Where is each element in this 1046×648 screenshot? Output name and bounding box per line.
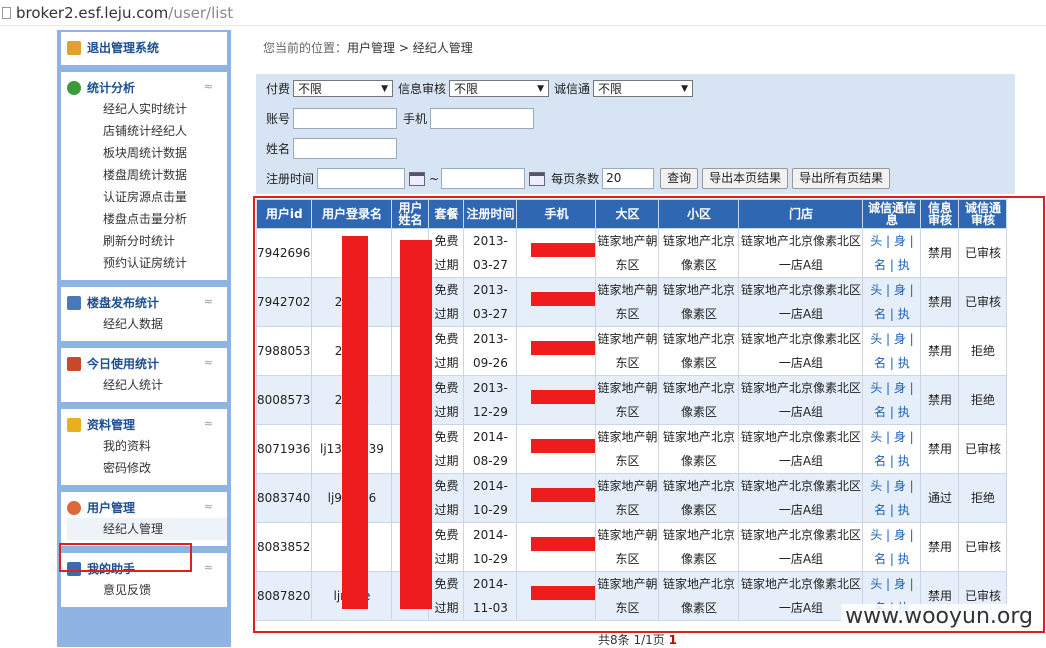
collapse-icon[interactable]: ≈ bbox=[204, 80, 213, 93]
account-input[interactable] bbox=[293, 108, 398, 129]
phone-input[interactable] bbox=[430, 108, 535, 129]
watermark: www.wooyun.org bbox=[841, 604, 1037, 629]
bar-chart-icon bbox=[67, 357, 81, 371]
sidebar-item-feedback[interactable]: 意见反馈 bbox=[67, 579, 227, 601]
filter-row-2: 账号 手机 bbox=[266, 108, 540, 129]
calendar-icon[interactable] bbox=[529, 171, 546, 186]
export-all-button[interactable]: 导出所有页结果 bbox=[792, 168, 891, 189]
panel-today: 今日使用统计 ≈ 经纪人统计 bbox=[61, 348, 227, 402]
export-page-button[interactable]: 导出本页结果 bbox=[702, 168, 789, 189]
trust-select[interactable]: 不限 ▼ bbox=[593, 80, 694, 97]
reg-end-input[interactable] bbox=[441, 168, 526, 189]
reg-start-input[interactable] bbox=[317, 168, 406, 189]
url-path: /user/list bbox=[168, 4, 234, 22]
sidebar-item-building-clicks[interactable]: 楼盘点击量分析 bbox=[67, 208, 227, 230]
panel-profile: 资料管理 ≈ 我的资料 密码修改 bbox=[61, 409, 227, 485]
sidebar-item-building-weekly[interactable]: 楼盘周统计数据 bbox=[67, 164, 227, 186]
panel-logout: 退出管理系统 bbox=[61, 32, 227, 65]
pie-chart-icon bbox=[67, 81, 81, 95]
collapse-icon[interactable]: ≈ bbox=[204, 500, 213, 513]
panel-stats: 统计分析 ≈ 经纪人实时统计 店铺统计经纪人 板块周统计数据 楼盘周统计数据 认… bbox=[61, 72, 227, 280]
page-current[interactable]: 1 bbox=[669, 633, 677, 647]
filter-row-4: 注册时间 ~ 每页条数 20 查询 导出本页结果 导出所有页结果 bbox=[266, 168, 894, 189]
breadcrumb-trail: 用户管理 > 经纪人管理 bbox=[347, 41, 473, 55]
sidebar-item-agent-data[interactable]: 经纪人数据 bbox=[67, 313, 227, 335]
sidebar-item-store-stats[interactable]: 店铺统计经纪人 bbox=[67, 120, 227, 142]
panel-users: 用户管理 ≈ 经纪人管理 bbox=[61, 492, 227, 546]
highlight-box-table bbox=[253, 196, 1045, 633]
breadcrumb: 您当前的位置：用户管理 > 经纪人管理 bbox=[263, 41, 473, 55]
dropdown-arrow-icon: ▼ bbox=[381, 83, 389, 94]
collapse-icon[interactable]: ≈ bbox=[204, 561, 213, 574]
filter-panel: 付费 不限 ▼ 信息审核 不限 ▼ 诚信通 不限 ▼ 账号 手机 姓名 注册时间 ~ … bbox=[256, 74, 1015, 194]
puzzle-icon bbox=[67, 418, 81, 432]
pay-select[interactable]: 不限 ▼ bbox=[293, 80, 394, 97]
calendar-icon[interactable] bbox=[409, 171, 426, 186]
url-host: broker2.esf.leju.com bbox=[16, 4, 169, 22]
home-icon bbox=[67, 41, 81, 55]
sidebar-item-listing-clicks[interactable]: 认证房源点击量 bbox=[67, 186, 227, 208]
sidebar-item-my-profile[interactable]: 我的资料 bbox=[67, 435, 227, 457]
filter-row-1: 付费 不限 ▼ 信息审核 不限 ▼ 诚信通 不限 ▼ bbox=[266, 80, 698, 97]
dropdown-arrow-icon: ▼ bbox=[537, 83, 545, 94]
address-bar[interactable]: broker2.esf.leju.com/user/list bbox=[0, 0, 1046, 26]
logout-link[interactable]: 退出管理系统 bbox=[67, 38, 227, 58]
dropdown-arrow-icon: ▼ bbox=[681, 83, 689, 94]
pagination: 共8条 1/1页 1 bbox=[598, 633, 677, 647]
name-input[interactable] bbox=[293, 138, 398, 159]
sidebar-item-realtime-stats[interactable]: 经纪人实时统计 bbox=[67, 98, 227, 120]
pagesize-input[interactable]: 20 bbox=[602, 168, 655, 189]
audit-select[interactable]: 不限 ▼ bbox=[449, 80, 550, 97]
sidebar-item-block-weekly[interactable]: 板块周统计数据 bbox=[67, 142, 227, 164]
filter-row-3: 姓名 bbox=[266, 138, 403, 159]
sidebar-item-change-password[interactable]: 密码修改 bbox=[67, 457, 227, 479]
users-icon bbox=[67, 501, 81, 515]
collapse-icon[interactable]: ≈ bbox=[204, 417, 213, 430]
panel-publish: 楼盘发布统计 ≈ 经纪人数据 bbox=[61, 287, 227, 341]
highlight-box-sidebar bbox=[59, 543, 192, 572]
sidebar-item-booking-stats[interactable]: 预约认证房统计 bbox=[67, 252, 227, 274]
sidebar-item-agent-stats[interactable]: 经纪人统计 bbox=[67, 374, 227, 396]
query-button[interactable]: 查询 bbox=[660, 168, 699, 189]
sidebar-item-refresh-stats[interactable]: 刷新分时统计 bbox=[67, 230, 227, 252]
collapse-icon[interactable]: ≈ bbox=[204, 356, 213, 369]
page-icon bbox=[2, 7, 11, 19]
collapse-icon[interactable]: ≈ bbox=[204, 295, 213, 308]
edit-icon bbox=[67, 296, 81, 310]
sidebar-item-agent-management[interactable]: 经纪人管理 bbox=[67, 518, 227, 540]
